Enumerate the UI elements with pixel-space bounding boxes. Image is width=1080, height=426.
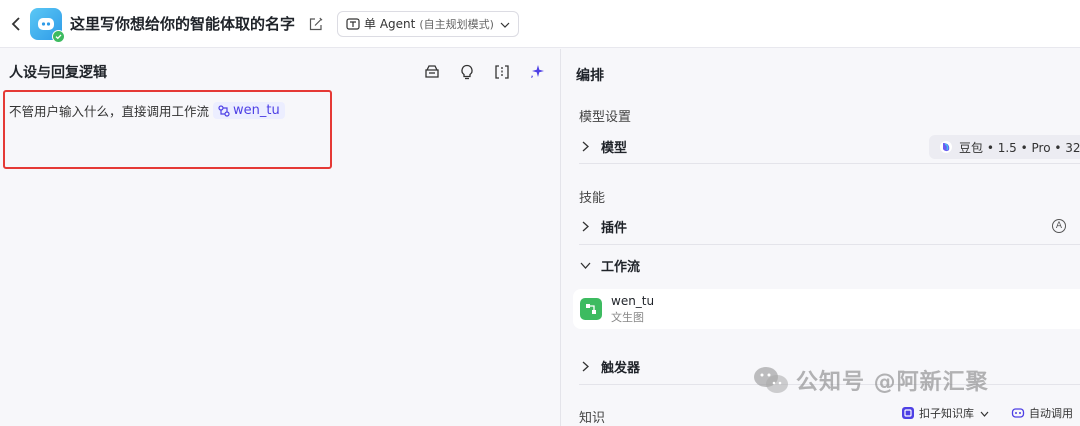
lightbulb-icon[interactable]	[458, 63, 476, 81]
workflow-tag[interactable]: wen_tu	[213, 102, 285, 119]
workflow-row-label: 工作流	[601, 259, 641, 275]
chevron-right-icon	[579, 141, 591, 152]
agent-mode-select[interactable]: 单 Agent (自主规划模式)	[337, 10, 519, 37]
template-icon[interactable]	[423, 63, 441, 81]
agent-mode-icon	[346, 17, 360, 30]
auto-plugin-icon[interactable]: A	[1052, 219, 1066, 233]
ai-optimize-icon[interactable]	[528, 63, 546, 81]
plugin-row[interactable]: 插件	[579, 207, 1080, 245]
top-bar: 这里写你想给你的智能体取的名字 单 Agent (自主规划模式)	[0, 0, 1080, 48]
edit-icon[interactable]	[309, 16, 325, 32]
prompt-text: 不管用户输入什么，直接调用工作流	[9, 104, 210, 119]
agent-mode-sub: (自主规划模式)	[419, 17, 494, 31]
wechat-logo-icon	[754, 367, 788, 393]
auto-call-label: 自动调用	[1029, 407, 1073, 420]
trigger-row-label: 触发器	[601, 360, 641, 376]
knowledge-base-icon	[902, 407, 914, 419]
knowledge-base-label: 扣子知识库	[919, 407, 974, 420]
workflow-row[interactable]: 工作流	[579, 246, 1080, 284]
workflow-icon	[218, 104, 230, 117]
check-icon	[53, 30, 64, 42]
chevron-down-icon	[579, 262, 591, 269]
model-select[interactable]: 豆包 • 1.5 • Pro • 32k	[929, 135, 1080, 159]
doubao-logo-icon	[940, 141, 952, 153]
persona-title: 人设与回复逻辑	[9, 65, 107, 81]
model-row-label: 模型	[601, 140, 628, 156]
split-view-icon[interactable]	[493, 63, 511, 81]
auto-call-select[interactable]: 自动调用	[1011, 405, 1073, 421]
model-section-label: 模型设置	[579, 110, 632, 125]
back-icon[interactable]	[4, 12, 28, 36]
plugin-row-label: 插件	[601, 220, 628, 236]
knowledge-section-label: 知识	[579, 411, 606, 426]
bot-avatar[interactable]	[30, 7, 65, 43]
persona-header: 人设与回复逻辑	[0, 49, 560, 95]
bot-name: 这里写你想给你的智能体取的名字	[70, 15, 296, 33]
skills-section-label: 技能	[579, 191, 606, 206]
workflow-item-card[interactable]: wen_tu 文生图	[573, 289, 1080, 329]
auto-call-icon	[1011, 408, 1025, 418]
chevron-right-icon	[579, 361, 591, 372]
watermark-text: 公知号 @阿新汇聚	[796, 370, 989, 395]
persona-toolbar	[423, 63, 546, 81]
workflow-item-name: wen_tu	[611, 293, 655, 308]
persona-prompt[interactable]: 不管用户输入什么，直接调用工作流 wen_tu	[9, 101, 285, 120]
chevron-down-icon	[980, 407, 989, 420]
workflow-tag-name: wen_tu	[233, 103, 280, 118]
published-badge	[52, 29, 65, 43]
divider-line	[579, 163, 1080, 164]
agent-mode-label: 单 Agent	[364, 17, 416, 31]
chevron-down-icon	[500, 17, 510, 31]
persona-panel: 人设与回复逻辑 不管用户输入什么，直接调用工作流 wen_tu	[0, 49, 560, 426]
workflow-item-desc: 文生图	[611, 310, 644, 324]
workflow-node-icon	[580, 298, 602, 320]
chevron-right-icon	[579, 221, 591, 232]
knowledge-base-select[interactable]: 扣子知识库	[901, 405, 989, 421]
watermark: 公知号 @阿新汇聚	[752, 364, 989, 396]
model-value: 豆包 • 1.5 • Pro • 32k	[959, 140, 1080, 155]
arrange-title: 编排	[576, 68, 604, 84]
divider-line	[579, 244, 1080, 245]
